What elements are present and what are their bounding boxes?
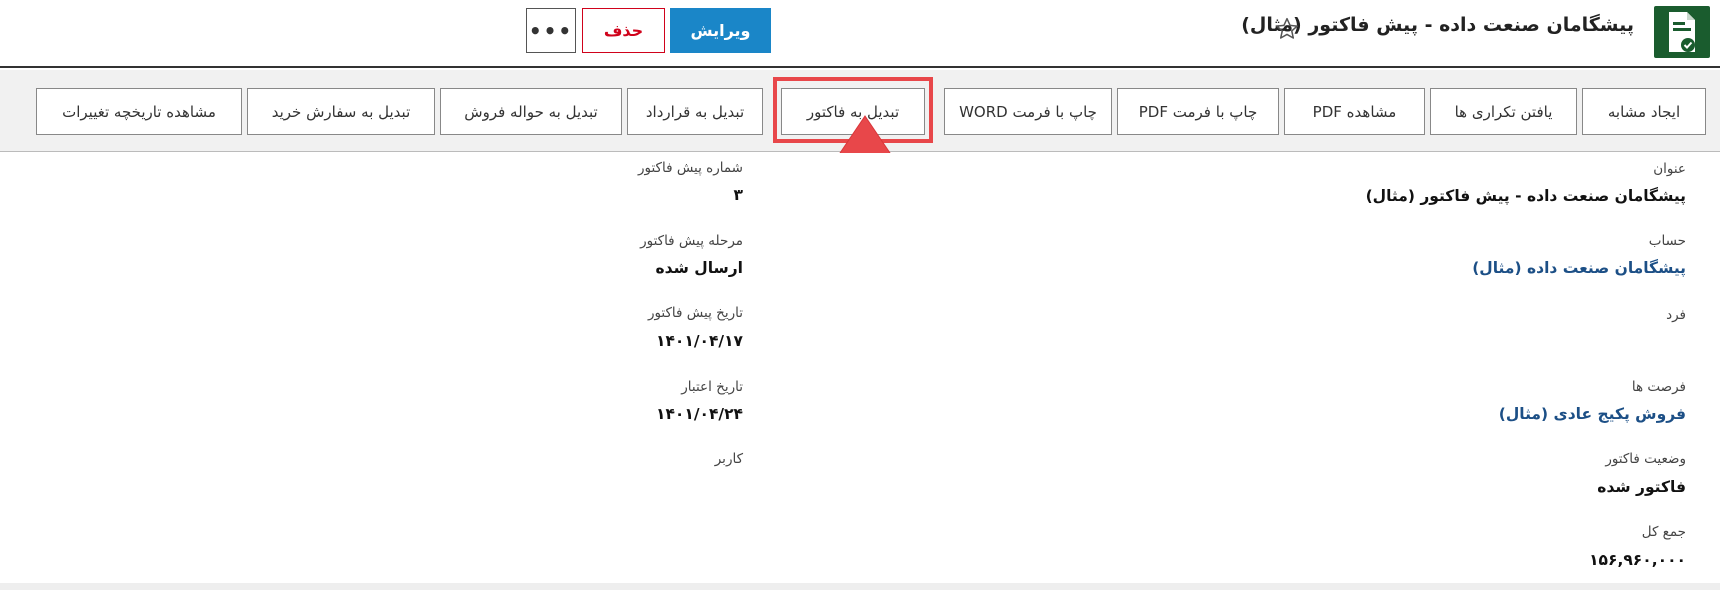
field-label-account: حساب [1648,233,1686,249]
field-label-user: کاربر [714,451,743,467]
convert-to-sales-remittance-button[interactable]: تبدیل به حواله فروش [440,88,622,135]
view-pdf-button[interactable]: مشاهده PDF [1284,88,1425,135]
field-value-validity-date: ۱۴۰۱/۰۴/۲۴ [655,405,743,423]
print-word-button[interactable]: چاپ با فرمت WORD [944,88,1112,135]
field-label-quote-number: شماره پیش فاکتور [637,160,743,176]
field-label-title: عنوان [1653,161,1686,177]
bottom-divider [0,583,1720,590]
field-label-validity-date: تاریخ اعتبار [681,379,743,395]
field-label-person: فرد [1666,307,1686,323]
field-label-opportunities: فرصت ها [1631,379,1686,395]
field-value-opportunity-link[interactable]: فروش پکیج عادی (مثال) [1499,405,1686,423]
find-duplicates-button[interactable]: یافتن تکراری ها [1430,88,1577,135]
invoice-document-icon [1654,6,1710,58]
convert-to-purchase-order-button[interactable]: تبدیل به سفارش خرید [247,88,435,135]
delete-button[interactable]: حذف [582,8,665,53]
view-change-history-button[interactable]: مشاهده تاریخچه تغییرات [36,88,242,135]
record-details: عنوان پیشگامان صنعت داده - پیش فاکتور (م… [0,153,1720,583]
page-title: پیشگامان صنعت داده - پیش فاکتور (مثال) [1241,14,1634,36]
convert-to-contract-button[interactable]: تبدیل به قرارداد [627,88,763,135]
field-value-total: ۱۵۶,۹۶۰,۰۰۰ [1589,551,1686,569]
print-pdf-button[interactable]: چاپ با فرمت PDF [1117,88,1279,135]
star-icon[interactable] [1274,16,1300,42]
field-label-total: جمع کل [1641,524,1686,540]
field-value-invoice-status: فاکتور شده [1597,478,1686,496]
create-similar-button[interactable]: ایجاد مشابه [1582,88,1706,135]
field-value-quote-number: ۳ [733,186,743,204]
field-value-title: پیشگامان صنعت داده - پیش فاکتور (مثال) [1365,187,1686,205]
field-value-quote-stage: ارسال شده [655,259,744,277]
record-header: پیشگامان صنعت داده - پیش فاکتور (مثال) و… [0,0,1720,68]
field-value-account-link[interactable]: پیشگامان صنعت داده (مثال) [1472,259,1686,277]
field-label-invoice-status: وضعیت فاکتور [1605,451,1686,467]
field-value-quote-date: ۱۴۰۱/۰۴/۱۷ [655,332,743,350]
more-options-button[interactable]: ••• [526,8,576,53]
field-label-quote-stage: مرحله پیش فاکتور [640,233,743,249]
field-label-quote-date: تاریخ پیش فاکتور [647,305,743,321]
edit-button[interactable]: ویرایش [670,8,771,53]
